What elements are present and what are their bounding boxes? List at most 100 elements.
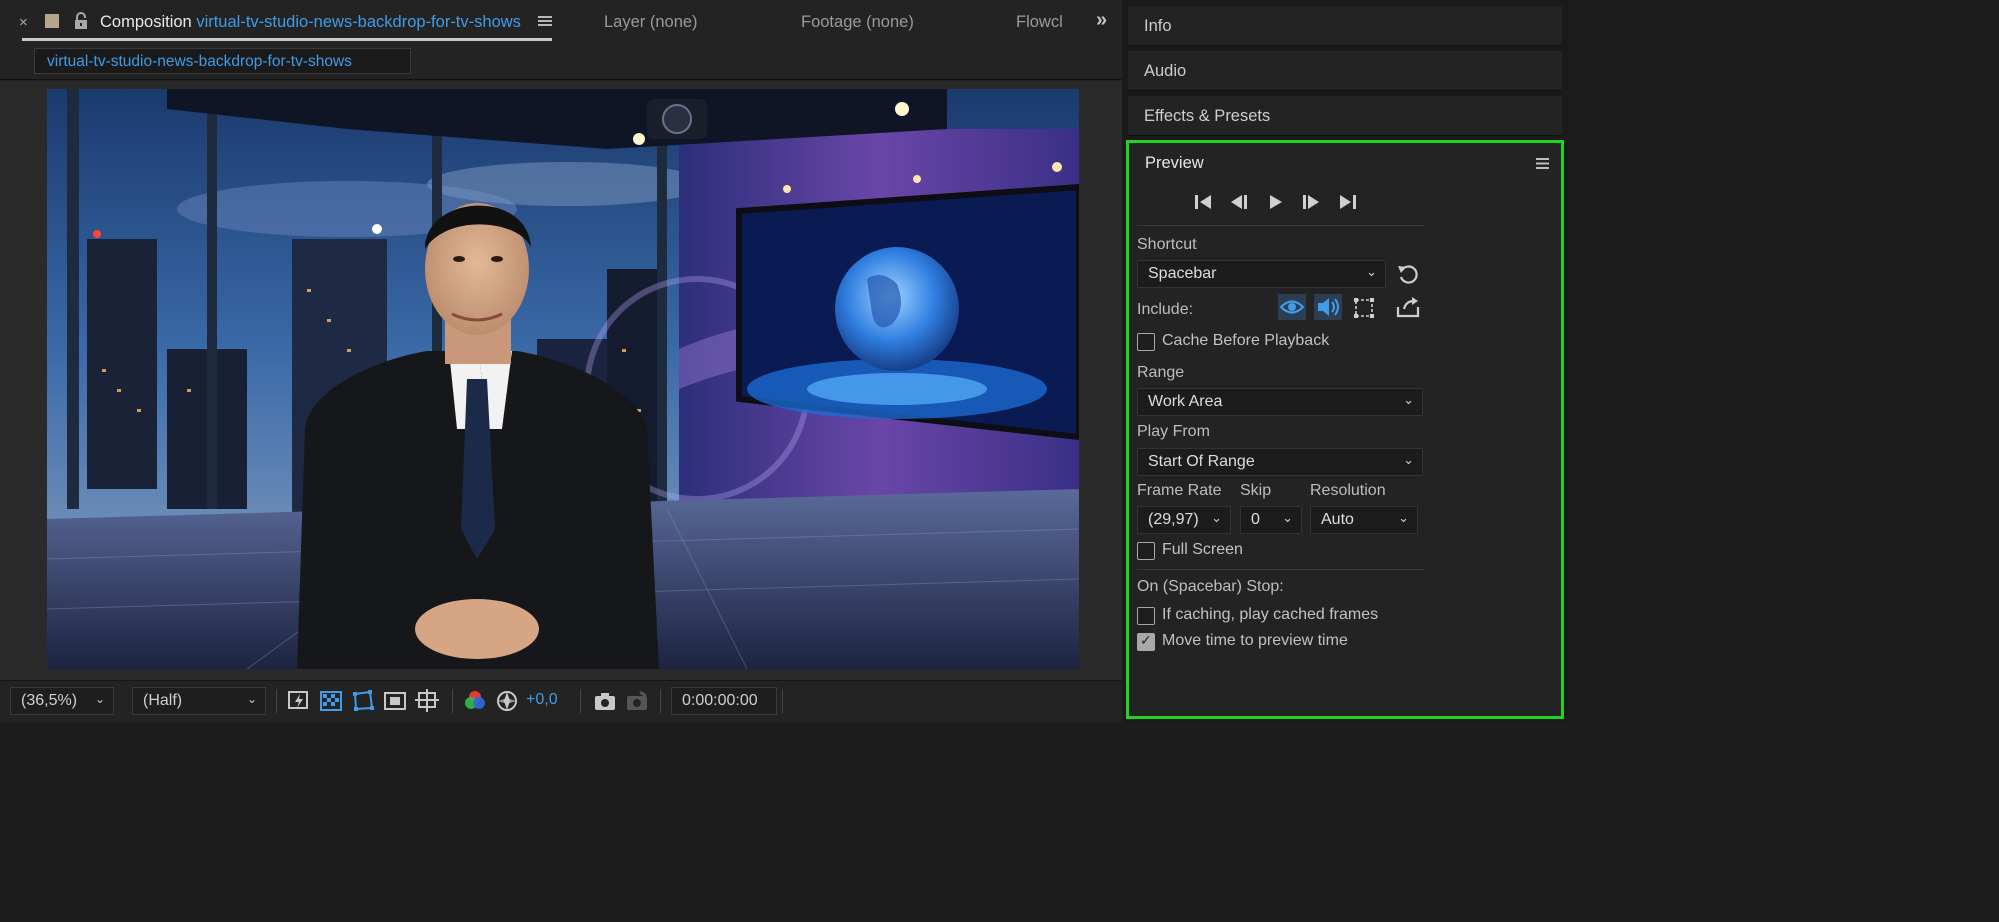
info-panel-header[interactable]: Info bbox=[1128, 6, 1562, 46]
audio-panel-title: Audio bbox=[1144, 62, 1187, 80]
play-from-dropdown[interactable]: Start Of Range ⌄ bbox=[1137, 448, 1423, 476]
skip-dropdown[interactable]: 0 ⌄ bbox=[1240, 506, 1302, 534]
checkbox-box bbox=[1137, 542, 1155, 560]
move-time-checkbox[interactable]: Move time to preview time bbox=[1137, 632, 1437, 652]
fast-previews-icon[interactable] bbox=[286, 688, 312, 714]
more-panels-icon[interactable]: » bbox=[1096, 9, 1107, 32]
tab-flowchart[interactable]: Flowcl bbox=[1016, 13, 1066, 32]
range-dropdown[interactable]: Work Area ⌄ bbox=[1137, 388, 1423, 416]
toolbar-divider bbox=[276, 689, 277, 713]
tab-composition[interactable]: Composition virtual-tv-studio-news-backd… bbox=[100, 13, 521, 32]
region-of-interest-icon[interactable] bbox=[382, 688, 408, 714]
previous-frame-icon[interactable] bbox=[1228, 193, 1252, 215]
chevron-down-icon: ⌄ bbox=[1398, 510, 1409, 525]
exposure-value[interactable]: +0,0 bbox=[526, 691, 558, 709]
last-frame-icon[interactable] bbox=[1336, 193, 1360, 215]
resolution-label: Resolution bbox=[1310, 482, 1386, 499]
tab-layer[interactable]: Layer (none) bbox=[604, 13, 698, 32]
right-panels-column: Info Audio Effects & Presets Preview Sho… bbox=[1122, 0, 1568, 722]
tab-composition-name: virtual-tv-studio-news-backdrop-for-tv-s… bbox=[196, 13, 521, 31]
current-time-display[interactable]: 0:00:00:00 bbox=[671, 687, 777, 715]
playback-controls bbox=[1193, 193, 1363, 215]
resolution-value: (Half) bbox=[143, 692, 183, 709]
shortcut-label: Shortcut bbox=[1137, 236, 1197, 253]
full-screen-label: Full Screen bbox=[1162, 541, 1243, 558]
composition-viewer[interactable] bbox=[0, 81, 1122, 680]
range-value: Work Area bbox=[1148, 393, 1223, 410]
external-video-output-icon[interactable] bbox=[1394, 295, 1422, 321]
full-screen-checkbox[interactable]: Full Screen bbox=[1137, 541, 1337, 561]
lock-icon[interactable] bbox=[74, 12, 88, 34]
include-audio-speaker-icon[interactable] bbox=[1314, 294, 1342, 320]
frame-rate-dropdown[interactable]: (29,97) ⌄ bbox=[1137, 506, 1231, 534]
divider bbox=[1137, 569, 1425, 570]
breadcrumb[interactable]: virtual-tv-studio-news-backdrop-for-tv-s… bbox=[34, 48, 411, 74]
checkbox-box bbox=[1137, 607, 1155, 625]
effects-presets-panel-title: Effects & Presets bbox=[1144, 107, 1271, 125]
close-tab-icon[interactable]: × bbox=[19, 14, 28, 31]
panel-menu-icon[interactable] bbox=[1536, 157, 1549, 174]
play-from-label: Play From bbox=[1137, 423, 1210, 440]
exposure-reset-icon[interactable] bbox=[494, 688, 520, 714]
composition-color-swatch bbox=[45, 14, 59, 28]
chevron-down-icon: ⌄ bbox=[1403, 452, 1414, 467]
skip-value: 0 bbox=[1251, 511, 1260, 528]
snapshot-camera-icon[interactable] bbox=[592, 688, 618, 714]
include-label: Include: bbox=[1137, 301, 1194, 318]
channel-rgb-icon[interactable] bbox=[462, 688, 488, 714]
chevron-down-icon: ⌄ bbox=[1366, 264, 1377, 279]
include-overlays-icon[interactable] bbox=[1350, 295, 1378, 321]
preview-resolution-dropdown[interactable]: Auto ⌄ bbox=[1310, 506, 1418, 534]
chevron-down-icon: ⌄ bbox=[246, 692, 257, 706]
toolbar-divider bbox=[580, 689, 581, 713]
viewer-toolbar: (36,5%) ⌄ (Half) ⌄ +0,0 0:00:00:00 bbox=[0, 680, 1122, 722]
active-tab-indicator bbox=[22, 38, 552, 41]
toolbar-divider bbox=[782, 689, 783, 713]
mask-path-icon[interactable] bbox=[350, 688, 376, 714]
reset-shortcut-icon[interactable] bbox=[1396, 262, 1420, 290]
chevron-down-icon: ⌄ bbox=[1211, 510, 1222, 525]
first-frame-icon[interactable] bbox=[1193, 193, 1217, 215]
shortcut-value: Spacebar bbox=[1148, 265, 1217, 282]
cache-before-playback-label: Cache Before Playback bbox=[1162, 332, 1330, 349]
chevron-down-icon: ⌄ bbox=[94, 692, 105, 706]
skip-label: Skip bbox=[1240, 482, 1272, 499]
resolution-dropdown[interactable]: (Half) ⌄ bbox=[132, 687, 266, 715]
transparency-grid-icon[interactable] bbox=[318, 688, 344, 714]
cache-before-playback-checkbox[interactable]: Cache Before Playback bbox=[1137, 332, 1417, 352]
on-stop-label: On (Spacebar) Stop: bbox=[1137, 578, 1284, 595]
magnification-dropdown[interactable]: (36,5%) ⌄ bbox=[10, 687, 114, 715]
play-icon[interactable] bbox=[1265, 193, 1289, 215]
range-label: Range bbox=[1137, 364, 1185, 381]
play-from-value: Start Of Range bbox=[1148, 453, 1255, 470]
audio-panel-header[interactable]: Audio bbox=[1128, 51, 1562, 91]
magnification-value: (36,5%) bbox=[21, 692, 78, 709]
toolbar-divider bbox=[452, 689, 453, 713]
preview-panel: Preview Shortcut Spacebar ⌄ Include: Cac… bbox=[1126, 140, 1564, 719]
info-panel-title: Info bbox=[1144, 17, 1172, 35]
composition-panel: × Composition virtual-tv-studio-news-bac… bbox=[0, 0, 1122, 722]
tab-footage[interactable]: Footage (none) bbox=[801, 13, 914, 32]
effects-presets-panel-header[interactable]: Effects & Presets bbox=[1128, 96, 1562, 136]
checkbox-box-checked bbox=[1137, 632, 1155, 651]
composition-frame-image bbox=[47, 89, 1079, 669]
panel-menu-icon[interactable] bbox=[538, 14, 552, 32]
chevron-down-icon: ⌄ bbox=[1282, 510, 1293, 525]
composition-tab-bar: × Composition virtual-tv-studio-news-bac… bbox=[0, 0, 1122, 46]
breadcrumb-bar: virtual-tv-studio-news-backdrop-for-tv-s… bbox=[0, 46, 1122, 80]
if-caching-checkbox[interactable]: If caching, play cached frames bbox=[1137, 606, 1437, 626]
frame-rate-value: (29,97) bbox=[1148, 511, 1199, 528]
shortcut-dropdown[interactable]: Spacebar ⌄ bbox=[1137, 260, 1386, 288]
tab-composition-prefix: Composition bbox=[100, 13, 192, 31]
if-caching-label: If caching, play cached frames bbox=[1162, 606, 1379, 623]
include-video-eye-icon[interactable] bbox=[1278, 294, 1306, 320]
checkbox-box bbox=[1137, 333, 1155, 351]
frame-rate-label: Frame Rate bbox=[1137, 482, 1222, 499]
preview-resolution-value: Auto bbox=[1321, 511, 1354, 528]
next-frame-icon[interactable] bbox=[1300, 193, 1324, 215]
chevron-down-icon: ⌄ bbox=[1403, 392, 1414, 407]
show-snapshot-icon[interactable] bbox=[624, 688, 650, 714]
toolbar-divider bbox=[660, 689, 661, 713]
grid-guides-icon[interactable] bbox=[414, 688, 440, 714]
move-time-label: Move time to preview time bbox=[1162, 632, 1348, 649]
